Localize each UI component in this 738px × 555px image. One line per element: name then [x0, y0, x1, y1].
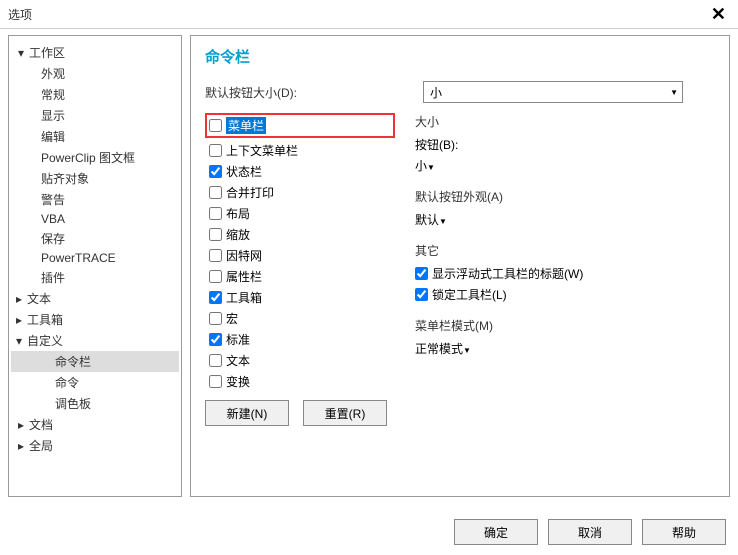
lock-toolbar-checkbox[interactable]: 锁定工具栏(L) [415, 286, 715, 303]
appearance-group-title: 默认按钮外观(A) [415, 188, 715, 205]
tree-customize[interactable]: ▾自定义 [11, 330, 179, 351]
list-item[interactable]: 变换 [205, 371, 395, 392]
tree-item[interactable]: PowerTRACE [11, 249, 179, 267]
button-size-label: 按钮(B): [415, 136, 715, 153]
chevron-down-icon: ▼ [427, 163, 435, 172]
tree-item[interactable]: 外观 [11, 63, 179, 84]
default-size-label: 默认按钮大小(D): [205, 84, 423, 101]
checkbox[interactable] [209, 270, 222, 283]
checkbox[interactable] [209, 354, 222, 367]
list-item[interactable]: 属性栏 [205, 266, 395, 287]
tree-workspace[interactable]: ▾工作区 [11, 42, 179, 63]
tree-text[interactable]: ▸文本 [11, 288, 179, 309]
tree-item[interactable]: 调色板 [11, 393, 179, 414]
menubar-mode-select[interactable]: 正常模式▼ [415, 340, 715, 357]
list-item[interactable]: 菜单栏 [205, 113, 395, 138]
checkbox[interactable] [415, 267, 428, 280]
cancel-button[interactable]: 取消 [548, 519, 632, 545]
reset-button[interactable]: 重置(R) [303, 400, 387, 426]
tree-item[interactable]: 贴齐对象 [11, 168, 179, 189]
list-item[interactable]: 因特网 [205, 245, 395, 266]
tree-document[interactable]: ▸文档 [11, 414, 179, 435]
list-item[interactable]: 布局 [205, 203, 395, 224]
help-button[interactable]: 帮助 [642, 519, 726, 545]
chevron-right-icon[interactable]: ▸ [13, 292, 25, 306]
list-item[interactable]: 合并打印 [205, 182, 395, 203]
checkbox[interactable] [209, 165, 222, 178]
tree-item[interactable]: 常规 [11, 84, 179, 105]
new-button[interactable]: 新建(N) [205, 400, 289, 426]
tree-sidebar: ▾工作区 外观常规显示编辑PowerClip 图文框贴齐对象警告VBA保存Pow… [8, 35, 182, 497]
tree-item[interactable]: 显示 [11, 105, 179, 126]
list-item[interactable]: 标准 [205, 329, 395, 350]
checkbox[interactable] [209, 375, 222, 388]
list-item[interactable]: 缩放 [205, 224, 395, 245]
checkbox[interactable] [209, 228, 222, 241]
tree-toolbox[interactable]: ▸工具箱 [11, 309, 179, 330]
tree-global[interactable]: ▸全局 [11, 435, 179, 456]
other-group-title: 其它 [415, 242, 715, 259]
chevron-down-icon: ▼ [439, 217, 447, 226]
button-size-select[interactable]: 小▼ [415, 157, 715, 174]
tree-item[interactable]: 插件 [11, 267, 179, 288]
list-item[interactable]: 上下文菜单栏 [205, 140, 395, 161]
chevron-down-icon: ▼ [670, 88, 678, 97]
chevron-down-icon[interactable]: ▾ [15, 46, 27, 60]
checkbox[interactable] [209, 119, 222, 132]
list-item[interactable]: 工具箱 [205, 287, 395, 308]
checkbox[interactable] [209, 207, 222, 220]
chevron-down-icon[interactable]: ▾ [13, 334, 25, 348]
panel-title: 命令栏 [205, 46, 715, 67]
checkbox[interactable] [209, 291, 222, 304]
checkbox[interactable] [209, 144, 222, 157]
tree-item[interactable]: 编辑 [11, 126, 179, 147]
tree-item[interactable]: 警告 [11, 189, 179, 210]
checkbox[interactable] [209, 312, 222, 325]
window-title: 选项 [8, 6, 707, 23]
chevron-down-icon: ▼ [463, 346, 471, 355]
tree-item[interactable]: PowerClip 图文框 [11, 147, 179, 168]
list-item[interactable]: 宏 [205, 308, 395, 329]
tree-item[interactable]: 命令 [11, 372, 179, 393]
appearance-select[interactable]: 默认▼ [415, 211, 715, 228]
ok-button[interactable]: 确定 [454, 519, 538, 545]
menubar-mode-label: 菜单栏模式(M) [415, 317, 715, 334]
checkbox[interactable] [209, 186, 222, 199]
checkbox[interactable] [209, 249, 222, 262]
tree-item[interactable]: 保存 [11, 228, 179, 249]
size-group-title: 大小 [415, 113, 715, 130]
close-icon[interactable]: ✕ [707, 4, 730, 25]
list-item[interactable]: 状态栏 [205, 161, 395, 182]
tree-item[interactable]: VBA [11, 210, 179, 228]
show-float-title-checkbox[interactable]: 显示浮动式工具栏的标题(W) [415, 265, 715, 282]
tree-item[interactable]: 命令栏 [11, 351, 179, 372]
chevron-right-icon[interactable]: ▸ [15, 418, 27, 432]
checkbox[interactable] [415, 288, 428, 301]
checkbox[interactable] [209, 333, 222, 346]
chevron-right-icon[interactable]: ▸ [13, 313, 25, 327]
default-size-select[interactable]: 小▼ [423, 81, 683, 103]
chevron-right-icon[interactable]: ▸ [15, 439, 27, 453]
list-item[interactable]: 文本 [205, 350, 395, 371]
